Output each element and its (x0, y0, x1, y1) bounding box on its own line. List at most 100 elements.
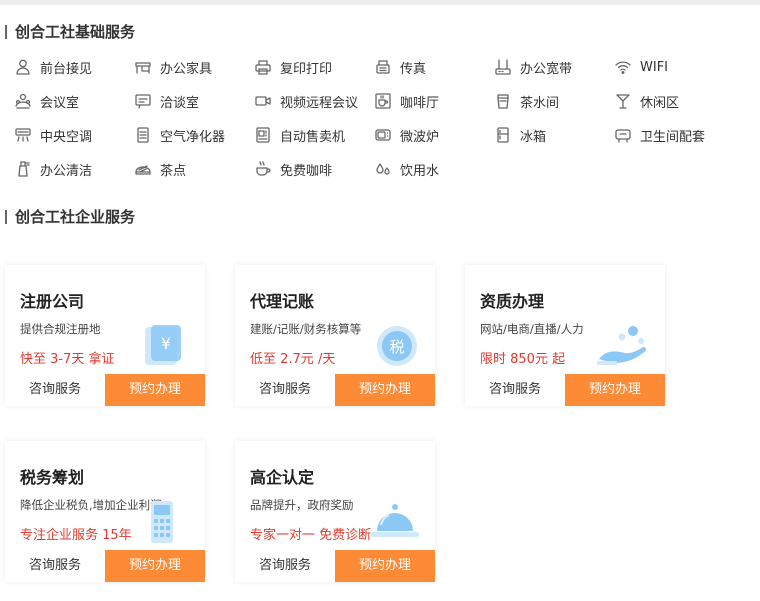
facility-label: 咖啡厅 (400, 95, 440, 111)
service-card-price: 专家一对一 免费诊断 (250, 528, 372, 543)
consult-button[interactable]: 咨询服务 (235, 374, 335, 406)
book-button[interactable]: 预约办理 (105, 550, 205, 582)
facility-item: 前台接见 (14, 56, 92, 78)
book-button[interactable]: 预约办理 (565, 374, 665, 406)
facility-item: WIFI (614, 56, 668, 78)
hand-coins-icon (597, 323, 653, 369)
facility-label: 茶点 (160, 163, 187, 179)
yuan-card-icon: ¥ (137, 323, 193, 369)
facility-item: 中央空调 (14, 124, 92, 146)
facility-label: 会议室 (40, 95, 80, 111)
router-icon (494, 58, 512, 76)
service-card-price: 限时 850元 起 (480, 352, 566, 367)
service-card: 代理记账 建账/记账/财务核算等 低至 2.7元 /天 税 咨询服务 预约办理 (235, 265, 435, 406)
facility-item: 自动售卖机 (254, 124, 345, 146)
service-card-desc: 提供合规注册地 (20, 322, 101, 336)
facility-item: 传真 (374, 56, 426, 78)
facility-label: 办公宽带 (520, 61, 573, 77)
facility-label: 办公清洁 (40, 163, 93, 179)
snack-icon (134, 160, 152, 178)
facility-item: 冰箱 (494, 124, 546, 146)
vending-machine-icon (254, 126, 272, 144)
service-bell-icon (367, 499, 423, 545)
printer-icon (254, 58, 272, 76)
reception-icon (14, 58, 32, 76)
facility-item: 茶点 (134, 158, 186, 180)
facility-label: 空气净化器 (160, 129, 226, 145)
service-card-title: 高企认定 (250, 468, 315, 487)
lounge-icon (614, 92, 632, 110)
service-card-desc: 品牌提升，政府奖励 (250, 498, 354, 512)
facility-item: 办公清洁 (14, 158, 92, 180)
facility-label: 前台接见 (40, 61, 93, 77)
service-card-title: 资质办理 (480, 292, 545, 311)
facility-label: WIFI (640, 59, 668, 75)
top-divider (0, 0, 760, 5)
facility-item: 卫生间配套 (614, 124, 705, 146)
consult-button[interactable]: 咨询服务 (5, 550, 105, 582)
water-icon (374, 160, 392, 178)
facility-item: 空气净化器 (134, 124, 225, 146)
facility-item: 洽谈室 (134, 90, 199, 112)
facility-item: 微波炉 (374, 124, 439, 146)
facility-label: 洽谈室 (160, 95, 200, 111)
facility-item: 办公家具 (134, 56, 212, 78)
service-card-price: 快至 3-7天 拿证 (20, 352, 115, 367)
enterprise-services-title: 创合工社企业服务 (5, 207, 135, 227)
facility-label: 视频远程会议 (280, 95, 359, 111)
facility-item: 茶水间 (494, 90, 559, 112)
facility-item: 免费咖啡 (254, 158, 332, 180)
facility-label: 自动售卖机 (280, 129, 346, 145)
facility-label: 饮用水 (400, 163, 440, 179)
desk-icon (134, 58, 152, 76)
facility-item: 会议室 (14, 90, 79, 112)
facility-item: 办公宽带 (494, 56, 572, 78)
wifi-icon (614, 58, 632, 76)
microwave-icon (374, 126, 392, 144)
tax-coin-icon: 税 (367, 323, 423, 369)
video-conference-icon (254, 92, 272, 110)
svg-text:¥: ¥ (161, 334, 171, 353)
fax-icon (374, 58, 392, 76)
book-button[interactable]: 预约办理 (335, 374, 435, 406)
tea-room-icon (494, 92, 512, 110)
book-button[interactable]: 预约办理 (105, 374, 205, 406)
service-card-price: 低至 2.7元 /天 (250, 352, 336, 367)
facility-item: 咖啡厅 (374, 90, 439, 112)
facility-label: 办公家具 (160, 61, 213, 77)
facility-label: 中央空调 (40, 129, 93, 145)
cafe-icon (374, 92, 392, 110)
service-card: 高企认定 品牌提升，政府奖励 专家一对一 免费诊断 咨询服务 预约办理 (235, 441, 435, 582)
consult-button[interactable]: 咨询服务 (235, 550, 335, 582)
service-card-title: 税务筹划 (20, 468, 85, 487)
consult-button[interactable]: 咨询服务 (465, 374, 565, 406)
facility-label: 茶水间 (520, 95, 560, 111)
pos-machine-icon (137, 499, 193, 545)
service-card: 注册公司 提供合规注册地 快至 3-7天 拿证 ¥ 咨询服务 预约办理 (5, 265, 205, 406)
facility-item: 视频远程会议 (254, 90, 358, 112)
service-card-title: 代理记账 (250, 292, 315, 311)
book-button[interactable]: 预约办理 (335, 550, 435, 582)
air-conditioner-icon (14, 126, 32, 144)
service-card-price: 专注企业服务 15年 (20, 528, 132, 543)
svg-text:税: 税 (389, 338, 404, 356)
facility-label: 免费咖啡 (280, 163, 333, 179)
service-card-title: 注册公司 (20, 292, 85, 311)
negotiation-room-icon (134, 92, 152, 110)
facility-label: 冰箱 (520, 129, 547, 145)
facility-item: 复印打印 (254, 56, 332, 78)
consult-button[interactable]: 咨询服务 (5, 374, 105, 406)
facility-label: 复印打印 (280, 61, 333, 77)
facility-label: 传真 (400, 61, 427, 77)
service-card-desc: 建账/记账/财务核算等 (250, 322, 362, 336)
facility-item: 休闲区 (614, 90, 679, 112)
service-card-desc: 网站/电商/直播/人力 (480, 322, 584, 336)
cleaning-icon (14, 160, 32, 178)
facility-item: 饮用水 (374, 158, 439, 180)
facility-label: 休闲区 (640, 95, 680, 111)
air-purifier-icon (134, 126, 152, 144)
service-card: 税务筹划 降低企业税负,增加企业利润 专注企业服务 15年 咨询服务 预约办理 (5, 441, 205, 582)
basic-services-title: 创合工社基础服务 (5, 22, 135, 42)
fridge-icon (494, 126, 512, 144)
coffee-icon (254, 160, 272, 178)
